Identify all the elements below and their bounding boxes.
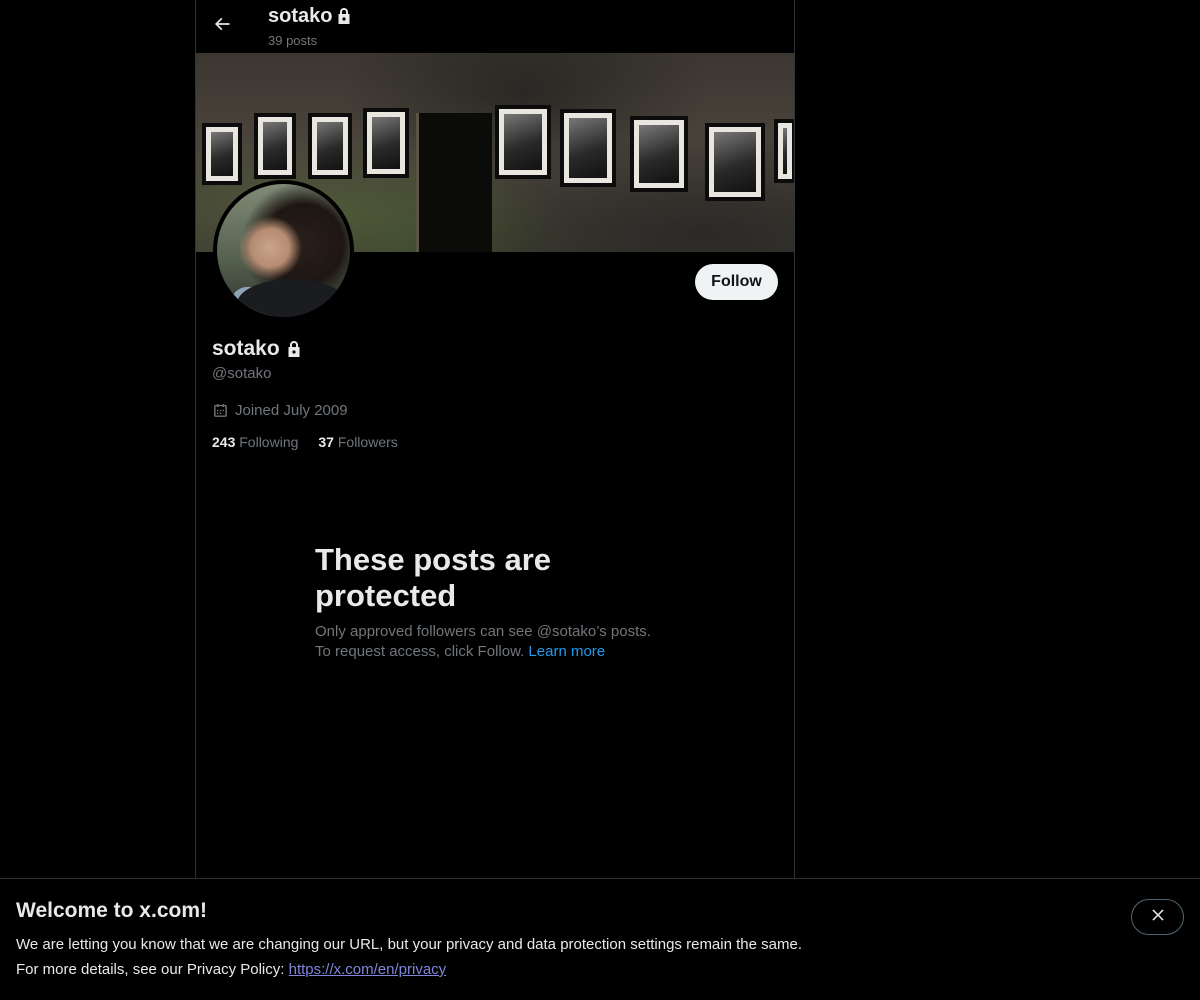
display-name-text: sotako [212, 337, 280, 360]
header-name: sotako [268, 5, 333, 27]
protected-description: Only approved followers can see @sotako’… [315, 622, 675, 662]
protected-line-2: To request access, click Follow. Learn m… [315, 642, 675, 662]
header-title: sotako [268, 4, 352, 28]
followers-link[interactable]: 37 Followers [318, 434, 397, 450]
notice-message: We are letting you know that we are chan… [16, 936, 802, 953]
follow-stats: 243 Following 37 Followers [212, 434, 418, 450]
profile-display-name: sotako [212, 336, 302, 362]
close-notice-button[interactable] [1131, 899, 1184, 935]
arrow-left-icon [212, 14, 232, 39]
join-date: Joined July 2009 [212, 402, 348, 419]
following-link[interactable]: 243 Following [212, 434, 298, 450]
profile-column: sotako 39 posts Follow sotako @sotako Jo… [195, 0, 795, 878]
follow-button[interactable]: Follow [695, 264, 778, 300]
protected-posts-notice: These posts are protected Only approved … [315, 542, 675, 662]
posts-count: 39 posts [268, 33, 318, 48]
back-button[interactable] [204, 8, 240, 44]
privacy-policy-link[interactable]: https://x.com/en/privacy [289, 961, 447, 978]
protected-line-2-text: To request access, click Follow. [315, 643, 525, 660]
followers-count: 37 [318, 434, 334, 450]
avatar[interactable] [213, 180, 354, 321]
lock-icon [336, 7, 352, 25]
profile-handle: @sotako [212, 365, 272, 382]
lock-icon [286, 340, 302, 358]
notice-privacy-line: For more details, see our Privacy Policy… [16, 961, 446, 978]
notice-privacy-prefix: For more details, see our Privacy Policy… [16, 961, 285, 978]
following-label: Following [239, 434, 299, 450]
notice-title: Welcome to x.com! [16, 899, 207, 922]
join-date-text: Joined July 2009 [235, 402, 348, 419]
calendar-icon [212, 402, 229, 419]
close-icon [1149, 906, 1167, 929]
profile-header-bar: sotako 39 posts [196, 0, 794, 53]
protected-line-1: Only approved followers can see @sotako’… [315, 623, 651, 640]
protected-title: These posts are protected [315, 542, 552, 613]
followers-label: Followers [337, 434, 398, 450]
learn-more-link[interactable]: Learn more [528, 643, 605, 660]
following-count: 243 [212, 434, 236, 450]
